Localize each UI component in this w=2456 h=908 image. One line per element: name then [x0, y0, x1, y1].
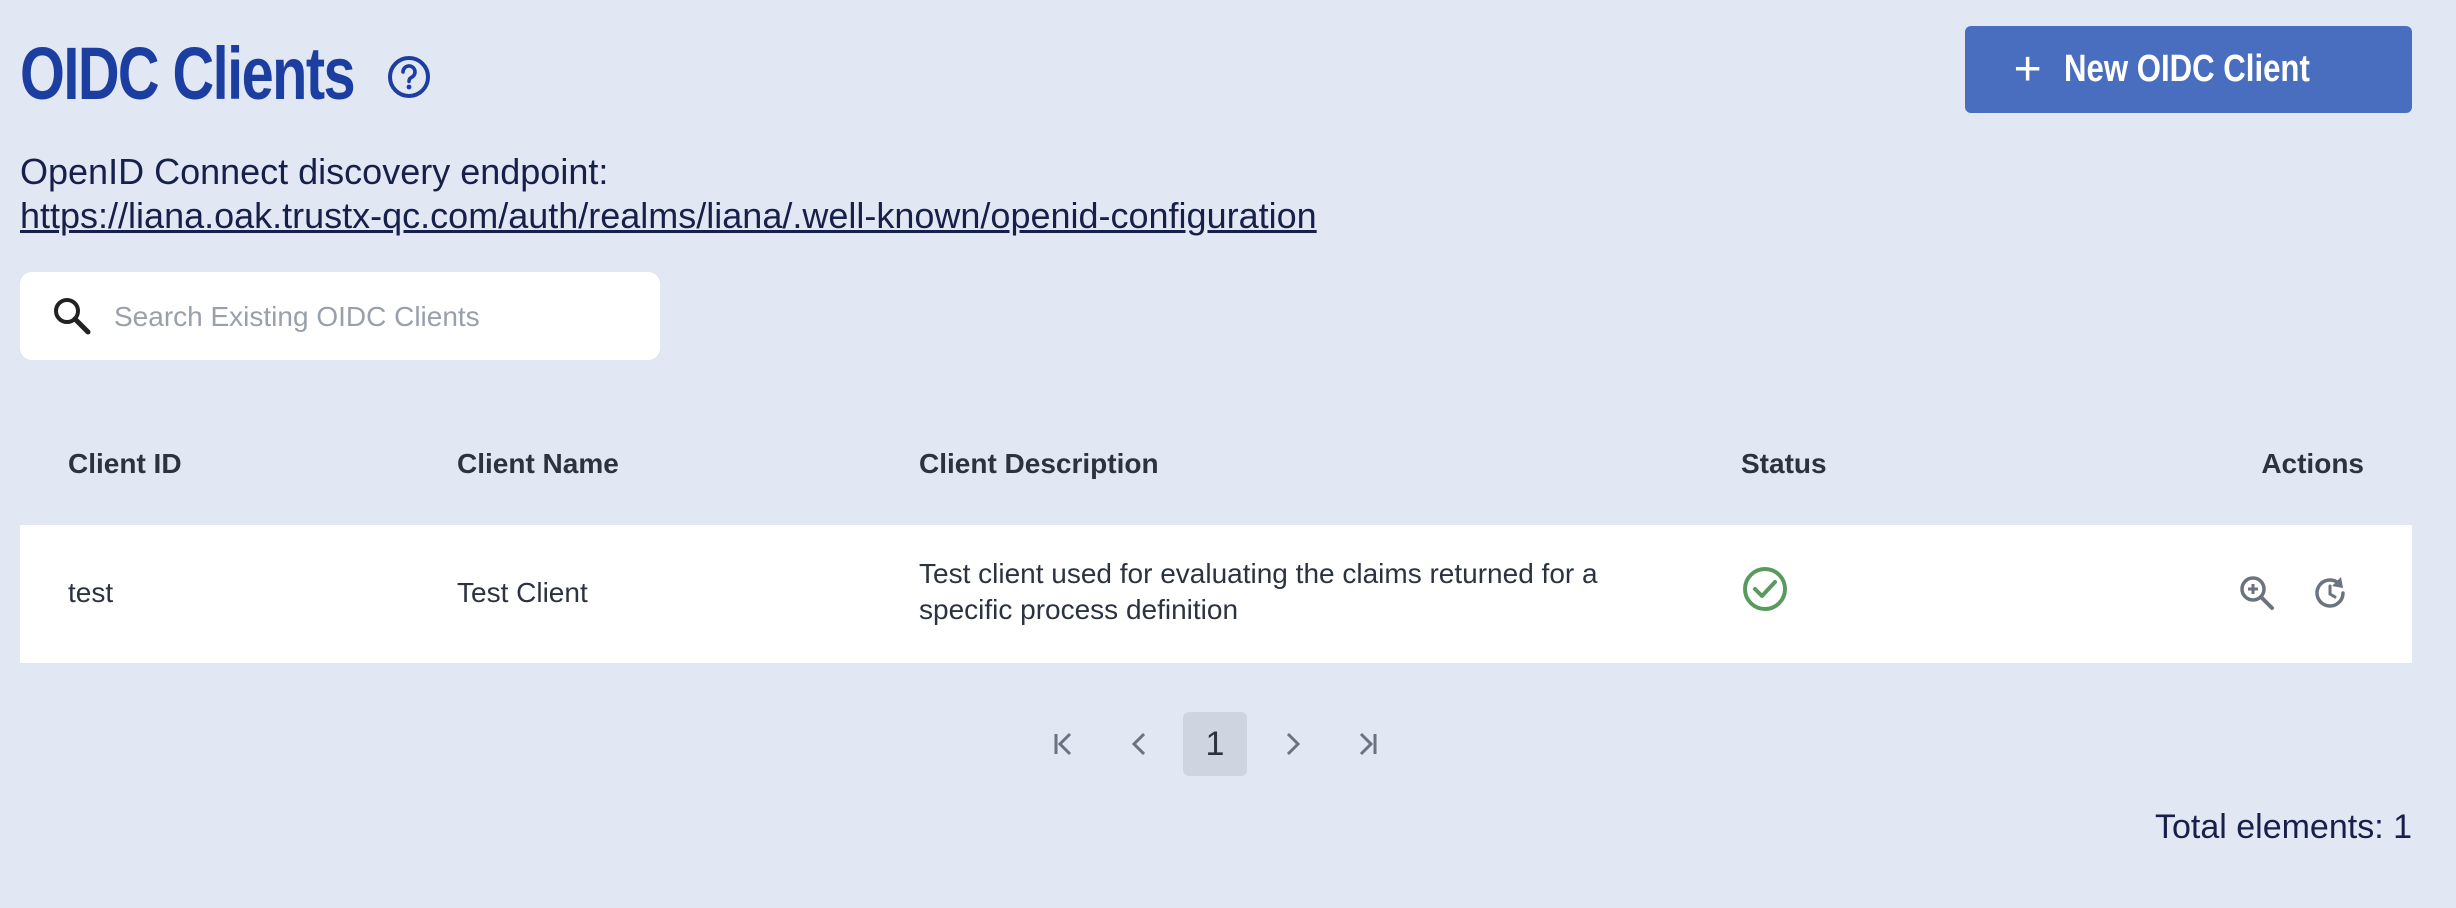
page-1-button[interactable]: 1: [1183, 712, 1247, 776]
new-oidc-client-label: New OIDC Client: [2063, 48, 2310, 90]
zoom-in-icon[interactable]: [2237, 573, 2277, 613]
discovery-endpoint: OpenID Connect discovery endpoint: https…: [20, 150, 1317, 238]
search-input[interactable]: [112, 292, 636, 342]
column-header-client-id[interactable]: Client ID: [68, 448, 182, 480]
table-row[interactable]: test Test Client Test client used for ev…: [20, 525, 2412, 663]
last-page-icon[interactable]: [1335, 712, 1399, 776]
page-title: OIDC Clients: [20, 32, 356, 115]
column-header-actions: Actions: [2261, 448, 2364, 479]
next-page-icon[interactable]: [1260, 712, 1324, 776]
column-header-client-description[interactable]: Client Description: [919, 448, 1159, 480]
search-icon: [54, 298, 91, 335]
cell-client-name: Test Client: [457, 577, 588, 608]
plus-icon: +: [2013, 42, 2042, 96]
search-box: [20, 272, 660, 360]
column-header-status[interactable]: Status: [1741, 448, 1827, 480]
discovery-url-link[interactable]: https://liana.oak.trustx-qc.com/auth/rea…: [20, 195, 1317, 236]
reset-icon[interactable]: [2310, 573, 2350, 613]
discovery-label: OpenID Connect discovery endpoint:: [20, 151, 609, 192]
column-header-client-name[interactable]: Client Name: [457, 448, 619, 480]
prev-page-icon[interactable]: [1108, 712, 1172, 776]
cell-client-id: test: [68, 577, 114, 608]
cell-client-description: Test client used for evaluating the clai…: [919, 558, 1598, 625]
total-elements: Total elements: 1: [2154, 808, 2412, 846]
first-page-icon[interactable]: [1032, 712, 1096, 776]
new-oidc-client-button[interactable]: + New OIDC Client: [1965, 26, 2412, 113]
question-circle-icon[interactable]: [386, 54, 432, 100]
check-circle-icon: [1743, 567, 1787, 611]
